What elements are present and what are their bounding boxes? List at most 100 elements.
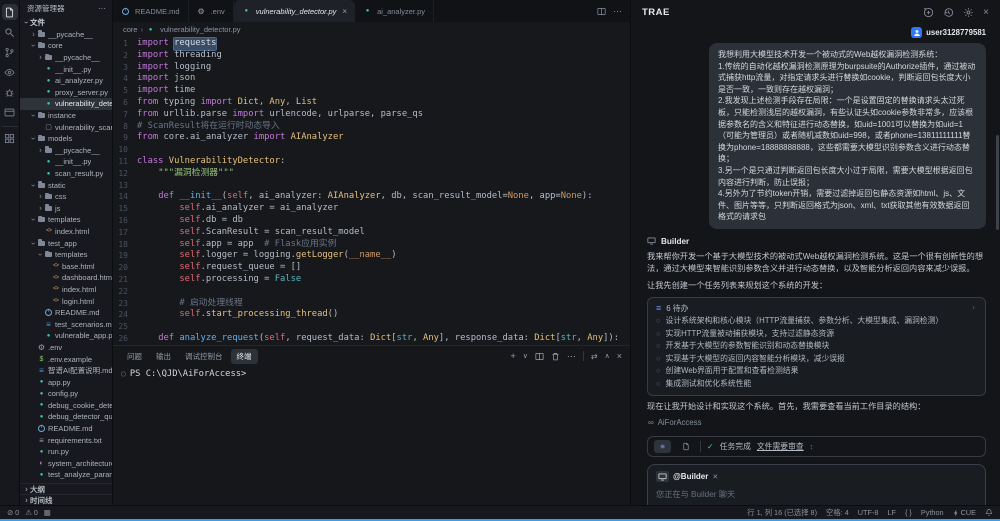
tree-file[interactable]: $.env.example (20, 353, 112, 365)
tree-folder[interactable]: ›js (20, 203, 112, 215)
maximize-panel-icon[interactable]: ∧ (605, 352, 610, 360)
todo-item[interactable]: ○实现HTTP流量被动捕获模块，支持过滤静态资源 (656, 328, 977, 341)
todo-item[interactable]: ○开发基于大模型的参数智能识别和动态替换模块 (656, 340, 977, 353)
expand-review-icon[interactable]: ↕ (810, 442, 814, 451)
tree-file[interactable]: <>index.html (20, 284, 112, 296)
workspace-ref[interactable]: AiForAccess (658, 418, 702, 427)
tree-file[interactable]: ●debug_cookie_detecti... (20, 400, 112, 412)
breadcrumb-item[interactable]: vulnerability_detector.py (160, 25, 240, 34)
tree-file[interactable]: ◐system_architecture_d... (20, 458, 112, 470)
todo-item[interactable]: ○设计系统架构和核心模块（HTTP流量捕获、参数分析、大模型集成、漏洞检测） (656, 315, 977, 328)
tree-file[interactable]: ●__init__.py (20, 63, 112, 75)
changed-files-button[interactable] (677, 440, 694, 453)
breadcrumb[interactable]: core›●vulnerability_detector.py (113, 22, 630, 37)
panel-tab-输出[interactable]: 输出 (150, 349, 177, 364)
user-avatar[interactable] (911, 27, 922, 38)
panel-tab-问题[interactable]: 问题 (121, 349, 148, 364)
activity-debug-icon[interactable] (2, 84, 18, 100)
panel-tab-调试控制台[interactable]: 调试控制台 (179, 349, 229, 364)
tree-folder[interactable]: ›test_app (20, 237, 112, 249)
tree-folder[interactable]: ›core (20, 40, 112, 52)
tree-file[interactable]: ●scan_result.py (20, 168, 112, 180)
remove-agent-icon[interactable]: ✕ (712, 473, 718, 481)
tree-file[interactable]: ≡智谱AI配置说明.md (20, 365, 112, 377)
breadcrumb-item[interactable]: core (123, 25, 138, 34)
tree-file[interactable]: ≡requirements.txt (20, 434, 112, 446)
tree-file[interactable]: ●run.py (20, 446, 112, 458)
panel-layout-icon[interactable]: ⇄ (591, 352, 598, 361)
agent-chip[interactable]: @Builder (673, 472, 708, 481)
tree-file[interactable]: iREADME.md (20, 307, 112, 319)
tree-folder[interactable]: ›__pycache__ (20, 52, 112, 64)
activity-source-control-icon[interactable] (2, 44, 18, 60)
chat-input-placeholder[interactable]: 您正在与 Builder 聊天 (656, 488, 977, 505)
tree-folder[interactable]: ›css (20, 191, 112, 203)
split-editor-icon[interactable] (597, 7, 606, 16)
terminal-dropdown-icon[interactable]: ∨ (523, 352, 528, 360)
error-count[interactable]: ⊘0 (7, 508, 19, 517)
activity-editor-layout-icon[interactable] (2, 104, 18, 120)
todo-item[interactable]: ○实现基于大模型的返回内容智能分析模块，减少误报 (656, 353, 977, 366)
panel-more-icon[interactable]: ⋯ (567, 351, 576, 362)
tree-file[interactable]: ●app.py (20, 376, 112, 388)
settings-gear-icon[interactable] (963, 7, 974, 18)
warning-count[interactable]: ⚠0 (25, 508, 38, 517)
tree-folder[interactable]: ›instance (20, 110, 112, 122)
tree-file[interactable]: ●__init__.py (20, 156, 112, 168)
tree-section-header[interactable]: ›文件 (20, 17, 112, 29)
tree-folder[interactable]: ›__pycache__ (20, 145, 112, 157)
terminal[interactable]: ○PS C:\QJD\AiForAccess> (113, 366, 630, 505)
sidebar-section-时间线[interactable]: ›时间线 (20, 494, 112, 505)
close-tab-icon[interactable]: × (342, 7, 347, 16)
tree-folder[interactable]: ›models (20, 133, 112, 145)
tree-file[interactable]: <>dashboard.html (20, 272, 112, 284)
todo-item[interactable]: ○集成测试和优化系统性能 (656, 378, 977, 391)
close-panel-icon[interactable]: × (617, 351, 622, 361)
tree-file[interactable]: ●ai_analyzer.py (20, 75, 112, 87)
tree-file[interactable]: ●vulnerability_detect... (20, 98, 112, 110)
sidebar-section-大纲[interactable]: ›大纲 (20, 483, 112, 494)
activity-search-icon[interactable] (2, 24, 18, 40)
indentation[interactable]: 空格: 4 (826, 508, 849, 518)
split-terminal-icon[interactable] (535, 352, 544, 361)
close-panel-icon[interactable]: × (983, 7, 989, 18)
editor-tab[interactable]: ●vulnerability_detector.py× (234, 0, 355, 22)
tree-folder[interactable]: ›templates (20, 214, 112, 226)
sidebar-more-icon[interactable]: ⋯ (98, 4, 107, 13)
todo-view-button[interactable]: ≡ (654, 440, 671, 453)
brackets-indicator[interactable]: { } (905, 508, 912, 517)
activity-extensions-icon[interactable] (2, 126, 18, 146)
tree-file[interactable]: ●config.py (20, 388, 112, 400)
tree-folder[interactable]: ›templates (20, 249, 112, 261)
kill-terminal-icon[interactable] (551, 352, 560, 361)
cue-status[interactable]: CUE (953, 508, 976, 517)
history-icon[interactable] (943, 7, 954, 18)
activity-preview-icon[interactable] (2, 64, 18, 80)
eol[interactable]: LF (887, 508, 896, 517)
tree-file[interactable]: ≡test_scenarios.md (20, 318, 112, 330)
chat-scrollbar[interactable] (996, 135, 999, 230)
chat-input-card[interactable]: @Builder ✕ 您正在与 Builder 聊天 @ # GPT-5-hig… (647, 464, 986, 505)
tree-file[interactable]: ●vulnerable_app.py (20, 330, 112, 342)
tree-file[interactable]: ⚙.env (20, 342, 112, 354)
tree-file[interactable]: <>login.html (20, 295, 112, 307)
activity-explorer-icon[interactable] (2, 4, 18, 20)
notifications-bell-icon[interactable] (985, 508, 993, 517)
editor-tab[interactable]: ⚙.env (189, 0, 234, 22)
tree-file[interactable]: ●debug_detector_queu... (20, 411, 112, 423)
tree-file[interactable]: ●test_analyze_paramet... (20, 469, 112, 481)
tree-file[interactable]: <>index.html (20, 226, 112, 238)
encoding[interactable]: UTF-8 (858, 508, 879, 517)
tree-file[interactable]: <>base.html (20, 260, 112, 272)
tree-file[interactable]: ●proxy_server.py (20, 87, 112, 99)
tree-file[interactable]: ▢vulnerability_scann... (20, 121, 112, 133)
collapse-todos-icon[interactable]: › (970, 304, 977, 311)
language-mode[interactable]: Python (921, 508, 944, 517)
new-chat-icon[interactable] (923, 7, 934, 18)
cursor-position[interactable]: 行 1, 列 16 (已选择 8) (747, 508, 817, 518)
tree-file[interactable]: iREADME.md (20, 423, 112, 435)
panel-tab-终端[interactable]: 终端 (231, 349, 258, 364)
editor-tab[interactable]: ●ai_analyzer.py (355, 0, 434, 22)
panel-toggle-icon[interactable]: ▦ (44, 508, 51, 517)
todo-item[interactable]: ○创建Web界面用于配置和查看检测结果 (656, 365, 977, 378)
